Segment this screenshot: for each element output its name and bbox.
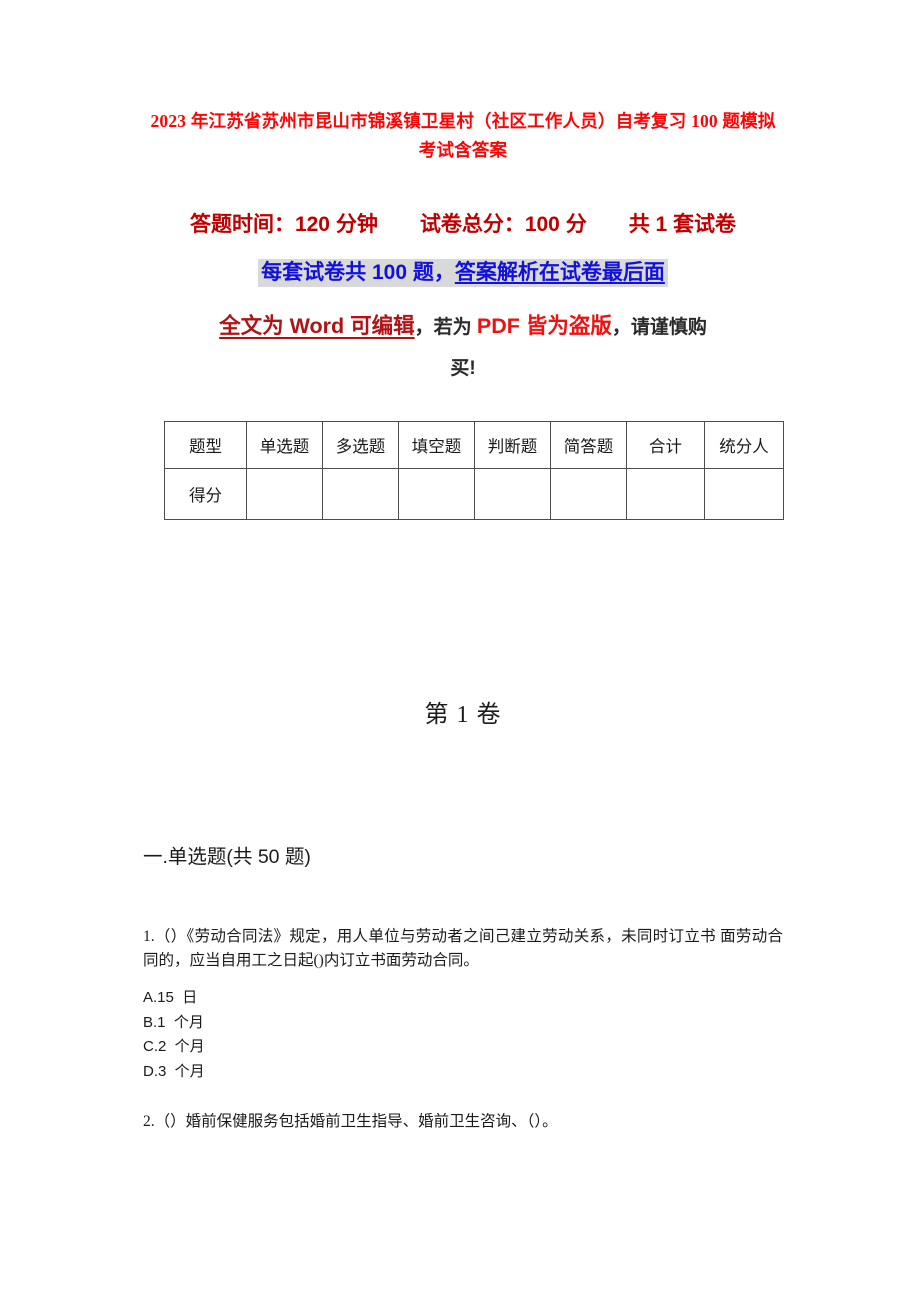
question-stem: 1.（）《劳动合同法》规定，用人单位与劳动者之间己建立劳动关系，未同时订立书 面… [143, 928, 783, 969]
table-header-cell: 单选题 [246, 421, 323, 469]
option-b[interactable]: B.1 个月 [143, 1011, 783, 1036]
score-cell[interactable] [398, 468, 475, 520]
table-header-cell: 简答题 [550, 421, 627, 469]
volume-heading: 第 1 卷 [424, 702, 502, 728]
answer-location-text: 每套试卷共 100 题， [261, 261, 455, 284]
row-label-cell: 得分 [164, 468, 247, 520]
score-cell[interactable] [626, 468, 705, 520]
score-cell[interactable] [246, 468, 323, 520]
subtitle-block: 答题时间：120 分钟 试卷总分：100 分 共 1 套试卷 每套试卷共 100… [143, 208, 783, 386]
score-table-container: 题型 单选题 多选题 填空题 判断题 简答题 合计 统分人 得分 [164, 421, 784, 520]
score-table: 题型 单选题 多选题 填空题 判断题 简答题 合计 统分人 得分 [164, 421, 784, 520]
answer-location-link[interactable]: 答案解析在试卷最后面 [455, 261, 665, 284]
option-d[interactable]: D.3 个月 [143, 1060, 783, 1085]
copyright-notice-line: 全文为 Word 可编辑，若为 PDF 皆为盗版，请谨慎购 [143, 308, 783, 346]
question-options: A.15 日 B.1 个月 C.2 个月 D.3 个月 [143, 986, 783, 1084]
score-cell[interactable] [322, 468, 399, 520]
answer-location-highlight: 每套试卷共 100 题，答案解析在试卷最后面 [258, 259, 668, 287]
score-cell[interactable] [474, 468, 551, 520]
page-title: 2023 年江苏省苏州市昆山市锦溪镇卫星村（社区工作人员）自考复习 100 题模… [150, 111, 776, 160]
question-stem: 2.（）婚前保健服务包括婚前卫生指导、婚前卫生咨询、（）。 [143, 1113, 558, 1130]
table-header-cell: 题型 [164, 421, 247, 469]
score-cell[interactable] [550, 468, 627, 520]
table-header-cell: 填空题 [398, 421, 475, 469]
table-row: 得分 [164, 468, 784, 520]
table-header-cell: 判断题 [474, 421, 551, 469]
option-c[interactable]: C.2 个月 [143, 1035, 783, 1060]
pdf-piracy-text: PDF 皆为盗版 [476, 314, 612, 338]
section-heading: 一.单选题(共 50 题) [143, 846, 311, 868]
score-cell[interactable] [704, 468, 784, 520]
table-header-cell: 合计 [626, 421, 705, 469]
purchase-warning-continuation: 买! [450, 358, 476, 379]
answer-location-line: 每套试卷共 100 题，答案解析在试卷最后面 [143, 256, 783, 292]
question-item: 2.（）婚前保健服务包括婚前卫生指导、婚前卫生咨询、（）。 [143, 1110, 783, 1134]
option-a[interactable]: A.15 日 [143, 986, 783, 1011]
question-list: 1.（）《劳动合同法》规定，用人单位与劳动者之间己建立劳动关系，未同时订立书 面… [143, 925, 783, 1134]
word-editable-text: 全文为 Word 可编辑 [219, 314, 415, 338]
table-header-cell: 多选题 [322, 421, 399, 469]
question-spacer [143, 1084, 783, 1110]
question-item: 1.（）《劳动合同法》规定，用人单位与劳动者之间己建立劳动关系，未同时订立书 面… [143, 925, 783, 1084]
table-header-row: 题型 单选题 多选题 填空题 判断题 简答题 合计 统分人 [164, 421, 784, 469]
document-page: 2023 年江苏省苏州市昆山市锦溪镇卫星村（社区工作人员）自考复习 100 题模… [0, 0, 920, 1302]
exam-meta-line: 答题时间：120 分钟 试卷总分：100 分 共 1 套试卷 [189, 213, 737, 236]
table-header-cell: 统分人 [704, 421, 784, 469]
copyright-connector-text: ，若为 [414, 317, 477, 338]
purchase-warning-text: ，请谨慎购 [611, 317, 707, 338]
